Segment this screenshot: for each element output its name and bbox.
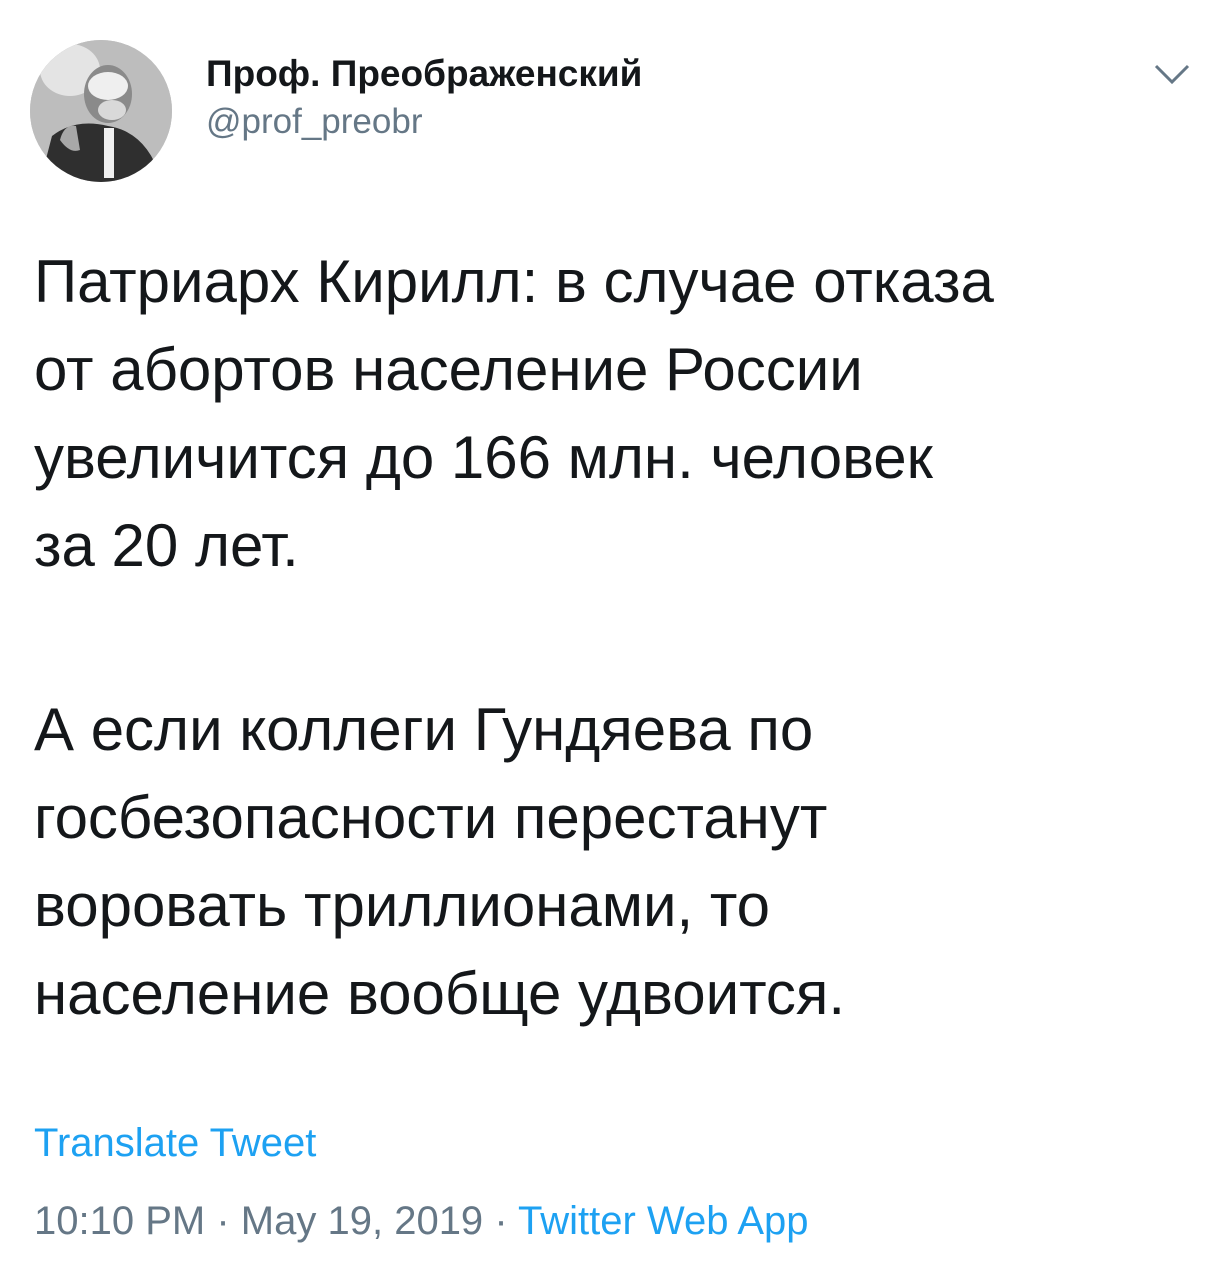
avatar-photo-icon <box>30 40 172 182</box>
meta-separator: · <box>494 1199 508 1243</box>
meta-separator: · <box>216 1199 230 1243</box>
author-names: Проф. Преображенский @prof_preobr <box>206 52 642 144</box>
tweet-text-paragraph-2: А если коллеги Гундяева по госбезопаснос… <box>34 696 846 1027</box>
author-display-name[interactable]: Проф. Преображенский <box>206 52 642 96</box>
tweet-time[interactable]: 10:10 PM <box>34 1199 205 1243</box>
tweet-date[interactable]: May 19, 2019 <box>241 1199 483 1243</box>
tweet: Проф. Преображенский @prof_preobr Патриа… <box>0 0 1216 1280</box>
chevron-down-icon[interactable] <box>1154 62 1190 86</box>
tweet-header: Проф. Преображенский @prof_preobr <box>30 40 1190 190</box>
author-handle[interactable]: @prof_preobr <box>206 100 642 144</box>
tweet-source-link[interactable]: Twitter Web App <box>518 1199 809 1243</box>
tweet-text-paragraph-1: Патриарх Кирилл: в случае отказа от абор… <box>34 248 994 579</box>
tweet-metadata: 10:10 PM · May 19, 2019 · Twitter Web Ap… <box>34 1196 809 1246</box>
author-avatar[interactable] <box>30 40 172 182</box>
translate-tweet-link[interactable]: Translate Tweet <box>34 1118 316 1168</box>
